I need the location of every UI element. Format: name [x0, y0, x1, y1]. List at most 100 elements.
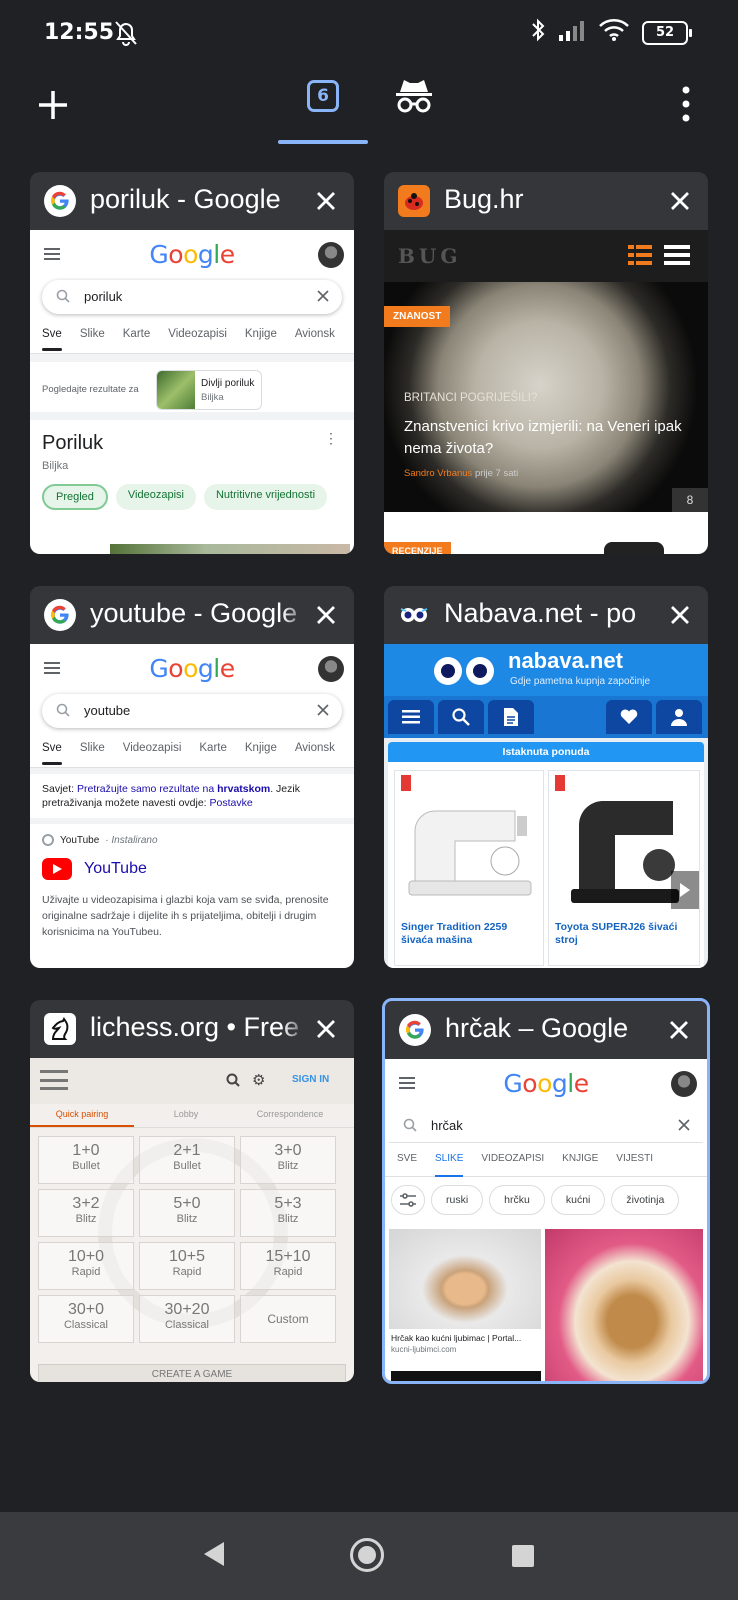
search-icon	[226, 1073, 240, 1092]
tab-preview: Google hrčak SVE SLIKE VIDEOZAPISI KNJIG…	[385, 1059, 707, 1381]
search-tab: Avionsk	[294, 328, 335, 340]
pairing-type: Custom	[267, 1312, 309, 1326]
tab-preview: BUG ZNANOST BRITANCI POGRIJEŠILI? Znanst…	[384, 230, 708, 554]
tip-prefix: Savjet:	[42, 783, 78, 795]
product-title: Singer Tradition 2259 šivaća mašina	[401, 921, 508, 946]
pairing-cell: 10+5 Rapid	[139, 1242, 235, 1290]
pairing-cell: 1+0 Bullet	[38, 1136, 134, 1184]
search-tabs: Sve Slike Karte Videozapisi Knjige Avion…	[30, 328, 354, 354]
article-headline: Znanstvenici krivo izmjerili: na Veneri …	[404, 418, 682, 457]
pairing-time: 2+1	[173, 1142, 201, 1159]
owl-icon	[398, 599, 430, 631]
search-icon	[56, 289, 70, 306]
clear-icon	[316, 703, 330, 720]
normal-tabs-button[interactable]: 6	[278, 70, 368, 146]
tab-title: Nabava.net - po	[444, 598, 662, 629]
tab-preview: Google poriluk Sve Slike Karte Videozapi…	[30, 230, 354, 554]
bug-icon	[398, 185, 430, 217]
pairing-type: Rapid	[71, 1266, 101, 1278]
search-tab: Videozapisi	[168, 328, 227, 340]
close-tab-icon[interactable]	[666, 187, 694, 215]
next-badge: RECENZIJE	[384, 542, 451, 554]
menu-icon	[40, 1070, 68, 1090]
google-logo: Google	[149, 240, 235, 269]
close-tab-icon[interactable]	[312, 1015, 340, 1043]
google-logo: Google	[149, 654, 235, 683]
tab-preview: nabava.net Gdje pametna kupnja započinje…	[384, 644, 708, 968]
image-results: Hrčak kao kućni ljubimac | Portal... kuc…	[385, 1223, 707, 1381]
close-tab-icon[interactable]	[312, 187, 340, 215]
google-logo: Google	[503, 1069, 589, 1098]
tab-card-header: poriluk - Google	[30, 172, 354, 230]
pairing-cell: 2+1 Bullet	[139, 1136, 235, 1184]
clock: 12:55	[44, 20, 115, 45]
quick-pairing-tab: Quick pairing	[30, 1104, 134, 1127]
search-tabs: SVE SLIKE VIDEOZAPISI KNJIGE VIJESTI	[385, 1153, 707, 1177]
pairing-time: 5+0	[173, 1195, 201, 1212]
image-caption: Hrčak kao kućni ljubimac | Portal...	[391, 1333, 522, 1343]
back-icon[interactable]	[202, 1540, 226, 1573]
article-author: Sandro Vrbanus	[404, 468, 473, 479]
close-tab-icon[interactable]	[666, 601, 694, 629]
pairing-time: 10+0	[67, 1248, 105, 1265]
pairing-type: Bullet	[72, 1160, 100, 1172]
tab-preview: ⚙ SIGN IN Quick pairing Lobby Correspond…	[30, 1058, 354, 1382]
system-navigation-bar	[0, 1512, 738, 1600]
pairing-type: Bullet	[173, 1160, 201, 1172]
close-tab-icon[interactable]	[665, 1016, 693, 1044]
refine-chip-sub: Biljka	[201, 392, 224, 403]
incognito-icon[interactable]	[394, 76, 434, 116]
avatar	[318, 242, 344, 268]
clear-icon	[316, 289, 330, 306]
search-tab-active: SLIKE	[435, 1153, 464, 1177]
tab-title: Bug.hr	[444, 184, 662, 215]
search-tab: Knjige	[244, 742, 277, 754]
tip-language: hrvatskom	[217, 783, 271, 795]
document-icon	[488, 700, 534, 734]
lichess-icon	[44, 1013, 76, 1045]
search-tabs: Sve Slike Videozapisi Karte Knjige Avion…	[30, 742, 354, 768]
carousel-next-icon	[671, 871, 699, 909]
google-icon	[399, 1014, 431, 1046]
search-tab: Sve	[42, 328, 62, 353]
refine-text: Pogledajte rezultate za	[42, 384, 139, 395]
user-icon	[656, 700, 702, 734]
close-tab-icon[interactable]	[312, 601, 340, 629]
recents-icon[interactable]	[512, 1545, 534, 1567]
heart-icon	[606, 700, 652, 734]
comment-count: 8	[672, 488, 708, 512]
list-icon	[628, 244, 652, 271]
tab-card-header: youtube - Google	[30, 586, 354, 644]
result-title: YouTube	[84, 860, 147, 877]
tab-card-poriluk[interactable]: poriluk - Google Google poriluk Sve Slik…	[30, 172, 354, 554]
hamster-image	[545, 1229, 703, 1381]
pairing-grid: 1+0 Bullet 2+1 Bullet 3+0 Blitz 3+2 Blitz 5+…	[30, 1128, 354, 1343]
google-icon	[44, 185, 76, 217]
tab-card-bug[interactable]: Bug.hr BUG ZNANOST BRITANCI POGRIJEŠILI?…	[384, 172, 708, 554]
pairing-type: Blitz	[176, 1213, 198, 1225]
result-source: YouTube	[60, 834, 100, 846]
related-chips: ruski hrčku kućni životinja	[385, 1177, 707, 1223]
selected-indicator	[278, 140, 368, 144]
chip-active: Pregled	[42, 484, 108, 510]
search-tab: KNJIGE	[562, 1153, 599, 1164]
search-input: youtube	[42, 694, 342, 728]
pairing-type: Blitz	[75, 1213, 97, 1225]
more-options-icon[interactable]	[674, 84, 698, 124]
featured-header: Istaknuta ponuda	[388, 742, 704, 762]
tab-card-youtube[interactable]: youtube - Google Google youtube Sve Slik…	[30, 586, 354, 968]
chip: hrčku	[489, 1185, 545, 1215]
gear-icon: ⚙	[252, 1072, 266, 1089]
new-tab-button[interactable]	[36, 88, 70, 122]
search-tip: Savjet: Pretražujte samo rezultate na hr…	[30, 774, 354, 824]
home-icon[interactable]	[350, 1538, 384, 1572]
search-query: poriluk	[84, 289, 123, 304]
image-source: kucni-ljubimci.com	[391, 1345, 457, 1354]
pairing-type: Rapid	[273, 1266, 303, 1278]
tab-card-nabava[interactable]: Nabava.net - po nabava.net Gdje pametna …	[384, 586, 708, 968]
pairing-time: 30+0	[67, 1301, 105, 1318]
pairing-cell: 15+10 Rapid	[240, 1242, 336, 1290]
tab-card-lichess[interactable]: lichess.org • Free ⚙ SIGN IN Quick pairi…	[30, 1000, 354, 1382]
pairing-cell: 3+0 Blitz	[240, 1136, 336, 1184]
tab-card-hrcak[interactable]: hrčak – Google Google hrčak SVE SLIKE VI…	[382, 998, 710, 1384]
